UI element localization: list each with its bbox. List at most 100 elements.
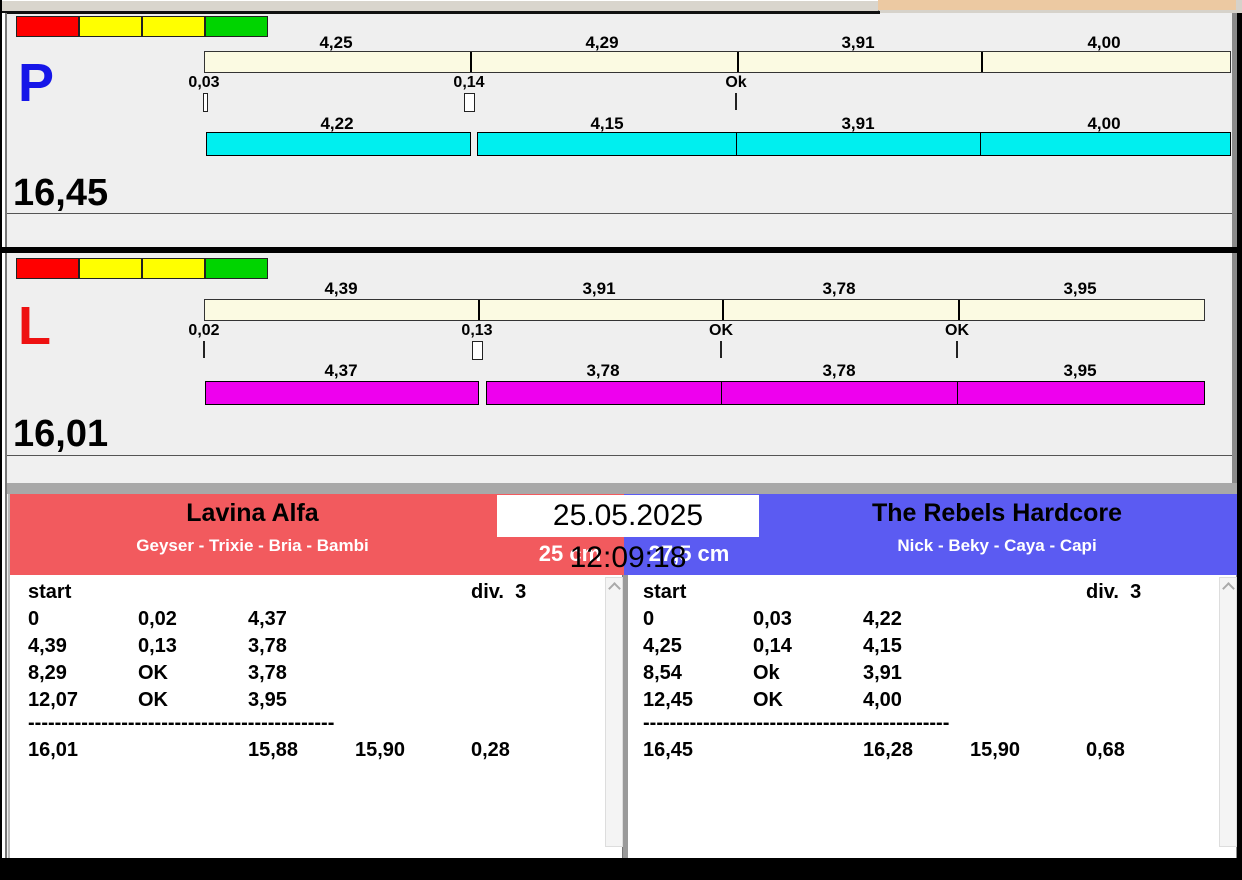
table-cell: 4,00: [863, 689, 902, 711]
toolbar-button-fragment[interactable]: [728, 0, 819, 11]
datetime-display: 25.05.2025 12:09:18: [497, 495, 759, 574]
team-right-result-table: start div. 3 0 0,03 4,22 4,25 0,14 4,15 8,54 Ok 3,…: [628, 575, 1236, 858]
split-bar-divider: [958, 300, 960, 320]
dog-split-segment: [486, 381, 723, 405]
table-total-cell: 15,90: [355, 739, 406, 761]
toolbar-button-fragment[interactable]: [510, 0, 619, 11]
table-cell: Ok: [753, 662, 780, 684]
dog-split-value: 3,91: [841, 114, 875, 133]
table-cell: OK: [753, 689, 783, 711]
crossing-split-value: 4,25: [319, 33, 353, 52]
table-total-cell: 16,01: [28, 739, 79, 761]
traffic-light-cell: [205, 16, 268, 37]
table-start-label: start: [28, 581, 72, 603]
table-total-cell: 15,90: [970, 739, 1021, 761]
lane-letter: L: [18, 296, 51, 356]
changeover-mark-tick: [203, 341, 205, 358]
table-cell: OK: [138, 689, 168, 711]
dog-split-value: 4,22: [320, 114, 354, 133]
traffic-light-cell: [79, 16, 142, 37]
traffic-light-cell: [79, 258, 142, 279]
toolbar-button-fragment[interactable]: [618, 0, 729, 11]
table-cell: 0,02: [138, 608, 177, 630]
table-total-cell: 15,88: [248, 739, 299, 761]
changeover-mark-label: 0,13: [461, 322, 493, 339]
crossing-split-value: 3,95: [1063, 279, 1097, 298]
table-cell: 8,54: [643, 662, 682, 684]
table-cell: 4,37: [248, 608, 287, 630]
scoreboard-top-strip: [7, 483, 1237, 494]
traffic-light-cell: [142, 258, 205, 279]
table-cell: 3,95: [248, 689, 287, 711]
traffic-light: [16, 16, 269, 37]
table-cell: 3,78: [248, 662, 287, 684]
traffic-light-cell: [16, 258, 79, 279]
dog-split-segment: [206, 132, 471, 156]
split-bar-divider: [722, 300, 724, 320]
table-cell: 3,78: [248, 635, 287, 657]
toolbar-button-fragment[interactable]: [298, 0, 511, 11]
table-cell: OK: [138, 662, 168, 684]
split-bar-divider: [737, 52, 739, 72]
dog-split-value: 4,15: [590, 114, 624, 133]
crossing-split-value: 4,29: [585, 33, 619, 52]
table-cell: 4,39: [28, 635, 67, 657]
dog-split-value: 4,37: [324, 361, 358, 380]
dog-split-value: 3,95: [1063, 361, 1097, 380]
dog-split-segment: [477, 132, 738, 156]
panel-left-edge: [8, 494, 10, 858]
crossing-split-bar: [204, 299, 1205, 321]
toolbar-button-fragment[interactable]: [818, 0, 879, 11]
traffic-light-cell: [16, 16, 79, 37]
lane-letter: P: [18, 53, 55, 113]
changeover-mark-label: OK: [709, 322, 733, 339]
dog-split-segment: [736, 132, 982, 156]
table-cell: 4,15: [863, 635, 902, 657]
toolbar-tan-strip: [878, 0, 1236, 10]
scroll-up-icon[interactable]: [1222, 582, 1235, 595]
team-right-name: The Rebels Hardcore: [871, 499, 1123, 527]
crossing-split-value: 4,00: [1087, 33, 1121, 52]
changeover-mark-label: 0,03: [188, 74, 220, 91]
scroll-up-icon[interactable]: [608, 582, 621, 595]
timing-app-window: P 16,45 4,25 4,29 3,91 4,00 0,03 0,14 Ok 4,22 4,15…: [0, 0, 1242, 880]
team-left-result-table: start div. 3 0 0,02 4,37 4,39 0,13 3,78 8,29 OK 3,…: [10, 575, 622, 858]
table-separator: ----------------------------------------…: [28, 712, 335, 734]
table-total-cell: 0,68: [1086, 739, 1125, 761]
table-cell: 0,03: [753, 608, 792, 630]
changeover-mark-label: OK: [945, 322, 969, 339]
crossing-split-value: 3,91: [841, 33, 875, 52]
table-cell: 0,13: [138, 635, 177, 657]
left-table-scrollbar[interactable]: [605, 577, 623, 847]
toolbar-button-fragment[interactable]: [130, 0, 215, 11]
table-cell: 0,14: [753, 635, 792, 657]
table-division-label: div. 3: [1086, 581, 1142, 603]
table-cell: 4,22: [863, 608, 902, 630]
crossing-split-value: 4,39: [324, 279, 358, 298]
lane-left-L: L 16,01 4,39 3,91 3,78 3,95 0,02 0,13 OK OK 4,37 3,…: [7, 253, 1232, 455]
team-right-members: Nick - Beky - Caya - Capi: [897, 536, 1097, 555]
traffic-light-cell: [142, 16, 205, 37]
changeover-mark-label: Ok: [725, 74, 747, 91]
window-right-border: [1237, 13, 1242, 858]
bottom-black-strip: [0, 858, 1242, 880]
split-bar-divider: [981, 52, 983, 72]
table-division-label: div. 3: [471, 581, 527, 603]
changeover-mark-tick: [464, 93, 475, 112]
table-cell: 8,29: [28, 662, 67, 684]
toolbar-button-fragment[interactable]: [214, 0, 299, 11]
right-table-scrollbar[interactable]: [1219, 577, 1237, 847]
table-separator: ----------------------------------------…: [643, 712, 950, 734]
toolbar-button-fragment[interactable]: [0, 0, 131, 11]
split-bar-divider: [470, 52, 472, 72]
changeover-mark-tick: [472, 341, 483, 360]
dog-split-segment: [957, 381, 1205, 405]
lane-P-status-row: [7, 213, 1232, 248]
crossing-split-value: 3,91: [582, 279, 616, 298]
table-total-cell: 16,28: [863, 739, 914, 761]
table-cell: 0: [643, 608, 655, 630]
dog-split-value: 3,78: [586, 361, 620, 380]
changeover-mark-tick: [956, 341, 958, 358]
traffic-light-cell: [205, 258, 268, 279]
changeover-mark-tick: [203, 93, 208, 112]
